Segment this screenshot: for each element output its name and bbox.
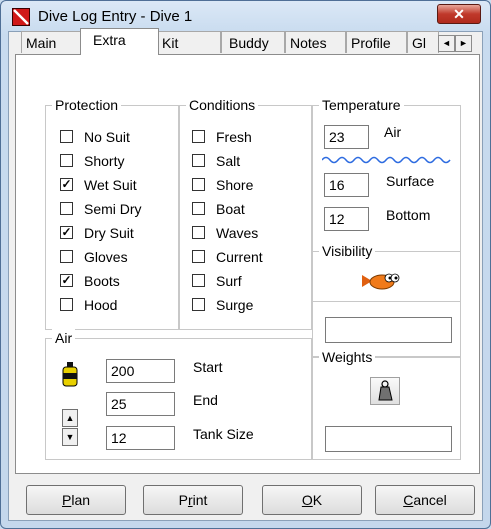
protection-title: Protection bbox=[52, 96, 122, 114]
checkbox-box[interactable] bbox=[60, 202, 73, 215]
checkbox-label: Waves bbox=[216, 225, 259, 241]
spin-down-icon[interactable]: ▼ bbox=[62, 428, 78, 446]
checkbox-box[interactable] bbox=[60, 250, 73, 263]
water-wave-icon bbox=[322, 156, 451, 164]
tank-size-label: Tank Size bbox=[193, 426, 254, 442]
checkbox-label: Boots bbox=[84, 273, 120, 289]
conditions-title: Conditions bbox=[186, 96, 259, 114]
plan-button[interactable]: Plan bbox=[26, 485, 126, 515]
checkbox-label: Shore bbox=[216, 177, 254, 193]
weights-title: Weights bbox=[319, 348, 376, 366]
weights-input[interactable] bbox=[325, 426, 452, 452]
air-end-label: End bbox=[193, 392, 218, 408]
weight-icon bbox=[378, 380, 393, 401]
checkbox-box[interactable] bbox=[192, 226, 205, 239]
checkbox-label: Semi Dry bbox=[84, 201, 142, 217]
weight-button[interactable] bbox=[370, 377, 400, 405]
tab-scroll-right-icon[interactable]: ► bbox=[455, 35, 472, 52]
checkbox-label: Surge bbox=[216, 297, 254, 313]
print-button[interactable]: Print bbox=[143, 485, 243, 515]
air-temperature-input[interactable]: 23 bbox=[324, 125, 369, 149]
checkbox-label: Gloves bbox=[84, 249, 128, 265]
air-end-input[interactable]: 25 bbox=[106, 392, 175, 416]
print-label: int bbox=[192, 492, 208, 508]
checkbox-label: Hood bbox=[84, 297, 118, 313]
bottom-temperature-input[interactable]: 12 bbox=[324, 207, 369, 231]
tab-kit[interactable]: Kit bbox=[157, 31, 221, 53]
checkbox-label: Salt bbox=[216, 153, 241, 169]
visibility-input[interactable] bbox=[325, 317, 452, 343]
checkbox-box[interactable] bbox=[192, 154, 205, 167]
bottom-temperature-label: Bottom bbox=[386, 207, 431, 223]
window-title: Dive Log Entry - Dive 1 bbox=[38, 8, 193, 25]
checkbox-label: Boat bbox=[216, 201, 245, 217]
tab-gl[interactable]: Gl bbox=[407, 31, 439, 53]
tab-profile[interactable]: Profile bbox=[346, 31, 407, 53]
tank-size-input[interactable]: 12 bbox=[106, 426, 175, 450]
app-logo-icon bbox=[12, 8, 30, 26]
surface-temperature-input[interactable]: 16 bbox=[324, 173, 369, 197]
tab-extra[interactable]: Extra bbox=[80, 28, 159, 55]
checkbox-box[interactable] bbox=[192, 298, 205, 311]
temperature-title: Temperature bbox=[319, 96, 404, 114]
air-title: Air bbox=[52, 329, 76, 347]
title-bar[interactable]: Dive Log Entry - Dive 1 ✕ bbox=[1, 1, 490, 31]
extra-tab-panel: Protection Conditions Temperature Visibi… bbox=[15, 54, 480, 474]
tab-notes[interactable]: Notes bbox=[285, 31, 346, 53]
ok-button[interactable]: OK bbox=[262, 485, 362, 515]
checkbox-box[interactable] bbox=[60, 298, 73, 311]
checkbox-box[interactable] bbox=[192, 178, 205, 191]
visibility-title: Visibility bbox=[319, 242, 376, 260]
checkbox-label: Fresh bbox=[216, 129, 252, 145]
plan-hotkey: P bbox=[61, 492, 72, 508]
air-start-input[interactable]: 200 bbox=[106, 359, 175, 383]
air-start-label: Start bbox=[193, 359, 223, 375]
checkbox-label: Dry Suit bbox=[84, 225, 134, 241]
spin-up-icon[interactable]: ▲ bbox=[62, 409, 78, 427]
tab-main[interactable]: Main bbox=[21, 31, 82, 53]
cancel-hotkey: C bbox=[403, 492, 414, 508]
checkbox-box[interactable]: ✓ bbox=[60, 178, 73, 191]
checkbox-box[interactable] bbox=[192, 130, 205, 143]
print-label-pre: P bbox=[178, 492, 188, 508]
ok-hotkey: O bbox=[301, 492, 313, 508]
cancel-button[interactable]: Cancel bbox=[375, 485, 475, 515]
checkbox-box[interactable] bbox=[60, 130, 73, 143]
checkbox-box[interactable] bbox=[192, 202, 205, 215]
air-group: Air bbox=[45, 329, 312, 460]
checkbox-box[interactable]: ✓ bbox=[60, 274, 73, 287]
plan-label: lan bbox=[71, 492, 91, 508]
air-temperature-label: Air bbox=[384, 124, 402, 140]
cancel-label: ancel bbox=[413, 492, 447, 508]
tab-buddy[interactable]: Buddy bbox=[221, 31, 285, 53]
dialog-window: Dive Log Entry - Dive 1 ✕ Main Extra Kit… bbox=[0, 0, 491, 529]
checkbox-box[interactable] bbox=[192, 274, 205, 287]
air-tank-icon bbox=[62, 362, 78, 387]
checkbox-box[interactable] bbox=[60, 154, 73, 167]
fish-icon[interactable] bbox=[360, 270, 400, 292]
checkbox-label: No Suit bbox=[84, 129, 130, 145]
ok-label: K bbox=[312, 492, 323, 508]
checkbox-box[interactable]: ✓ bbox=[60, 226, 73, 239]
checkbox-box[interactable] bbox=[192, 250, 205, 263]
surface-temperature-label: Surface bbox=[386, 173, 435, 189]
close-button[interactable]: ✕ bbox=[437, 4, 481, 24]
checkbox-label: Surf bbox=[216, 273, 242, 289]
checkbox-label: Shorty bbox=[84, 153, 125, 169]
tab-scroll-left-icon[interactable]: ◄ bbox=[438, 35, 455, 52]
checkbox-label: Wet Suit bbox=[84, 177, 137, 193]
checkbox-label: Current bbox=[216, 249, 263, 265]
